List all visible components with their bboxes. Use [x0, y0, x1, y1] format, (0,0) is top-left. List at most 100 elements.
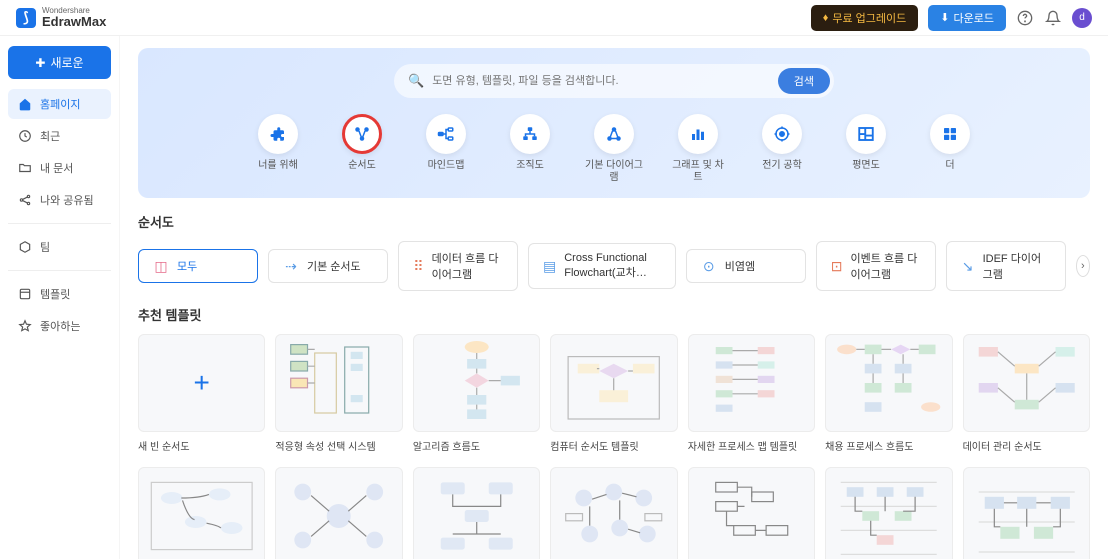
filter-chip-idef[interactable]: ↘ IDEF 다이어그램 [946, 241, 1066, 291]
grid-icon [930, 114, 970, 154]
filter-chip-bpmn[interactable]: ⊙ 비염엠 [686, 249, 806, 283]
filter-chip-crossfunctional[interactable]: ▤ Cross Functional Flowchart(교차… [528, 243, 676, 289]
filter-row: ◫ 모두 ⇢ 기본 순서도 ⠿ 데이터 흐름 다이어그램 ▤ Cross Fun… [138, 241, 1090, 291]
category-for-you[interactable]: 너를 위해 [249, 114, 307, 184]
download-icon: ⬇ [940, 11, 949, 24]
puzzle-icon [258, 114, 298, 154]
sidebar-item-label: 나와 공유됨 [40, 192, 94, 208]
template-card[interactable]: 컴퓨터 순서도 템플릿 [550, 334, 677, 453]
search-bar: 🔍 검색 [394, 64, 834, 98]
sidebar-item-recent[interactable]: 최근 [8, 121, 111, 151]
folder-icon [18, 161, 32, 175]
sidebar-item-favorites[interactable]: 좋아하는 [8, 311, 111, 341]
template-card[interactable]: 채용 프로세스 흐름도 [825, 334, 952, 453]
sidebar-item-label: 좋아하는 [40, 318, 80, 334]
section-title-templates: 추천 템플릿 [138, 305, 1090, 324]
filter-scroll-right[interactable]: › [1076, 255, 1090, 277]
chip-icon: ⊡ [831, 258, 843, 274]
template-card[interactable]: 서점의 정보 흐름 [550, 467, 677, 559]
sidebar-item-team[interactable]: 팀 [8, 232, 111, 262]
template-card[interactable]: 자세한 프로세스 맵 템플릿 [688, 334, 815, 453]
template-thumb [275, 467, 402, 559]
template-card[interactable]: 크레딧 승인 프로세스 [688, 467, 815, 559]
template-thumb [688, 334, 815, 432]
search-icon: 🔍 [408, 73, 424, 89]
clock-icon [18, 129, 32, 143]
search-input[interactable] [432, 75, 778, 87]
template-card[interactable]: 배포 순서도 [963, 467, 1090, 559]
sidebar-item-label: 홈페이지 [40, 96, 80, 112]
template-thumb [688, 467, 815, 559]
help-icon[interactable] [1016, 9, 1034, 27]
star-icon [18, 319, 32, 333]
template-thumb [825, 334, 952, 432]
template-thumb [275, 334, 402, 432]
template-card[interactable]: 데이터 관리 순서도 [963, 334, 1090, 453]
filter-chip-eventflow[interactable]: ⊡ 이벤트 흐름 다이어그램 [816, 241, 936, 291]
app-logo[interactable]: ⟆ Wondershare EdrawMax [16, 7, 106, 28]
template-card[interactable]: 서점 주문 처리 [413, 467, 540, 559]
flowchart-icon [342, 114, 382, 154]
bell-icon[interactable] [1044, 9, 1062, 27]
chip-icon: ▤ [543, 258, 556, 274]
template-thumb [963, 467, 1090, 559]
template-thumb [413, 467, 540, 559]
category-mindmap[interactable]: 마인드맵 [417, 114, 475, 184]
hero-banner: 🔍 검색 너를 위해 순서도 마인드맵 [138, 48, 1090, 198]
template-icon [18, 287, 32, 301]
chip-icon: ⇢ [283, 258, 299, 274]
sidebar-item-shared[interactable]: 나와 공유됨 [8, 185, 111, 215]
category-flowchart[interactable]: 순서도 [333, 114, 391, 184]
barchart-icon [678, 114, 718, 154]
category-electrical[interactable]: 전기 공학 [753, 114, 811, 184]
avatar[interactable]: d [1072, 8, 1092, 28]
template-card[interactable]: 알고리즘 흐름도 [413, 334, 540, 453]
plus-icon: ✚ [35, 56, 45, 70]
filter-chip-all[interactable]: ◫ 모두 [138, 249, 258, 283]
sidebar: ✚ 새로운 홈페이지 최근 내 문서 나와 공유됨 팀 템플릿 [0, 36, 120, 559]
topbar: ⟆ Wondershare EdrawMax ♦ 무료 업그레이드 ⬇ 다운로드… [0, 0, 1108, 36]
category-floorplan[interactable]: 평면도 [837, 114, 895, 184]
template-thumb [963, 334, 1090, 432]
chip-icon: ⊙ [701, 258, 717, 274]
chip-icon: ⠿ [413, 258, 424, 274]
mindmap-icon [426, 114, 466, 154]
sidebar-item-mydocs[interactable]: 내 문서 [8, 153, 111, 183]
diagram-icon [594, 114, 634, 154]
plus-icon: + [138, 334, 265, 432]
topbar-right: ♦ 무료 업그레이드 ⬇ 다운로드 d [811, 5, 1092, 31]
category-more[interactable]: 더 [921, 114, 979, 184]
sidebar-item-home[interactable]: 홈페이지 [8, 89, 111, 119]
home-icon [18, 97, 32, 111]
electrical-icon [762, 114, 802, 154]
template-grid-row2: DFD 예제 템플릿 기숙사 관리 흐름도 서점 주문 처리 서점의 정보 흐름… [138, 467, 1090, 559]
new-button[interactable]: ✚ 새로운 [8, 46, 111, 79]
template-card[interactable]: 신용 카드 승인 프로세스 [825, 467, 952, 559]
template-grid-row1: + 새 빈 순서도 적응형 속성 선택 시스템 알고리즘 흐름도 컴퓨터 순서도… [138, 334, 1090, 453]
download-button[interactable]: ⬇ 다운로드 [928, 5, 1006, 31]
floorplan-icon [846, 114, 886, 154]
sidebar-item-label: 팀 [40, 239, 50, 255]
template-thumb [138, 467, 265, 559]
orgchart-icon [510, 114, 550, 154]
template-card[interactable]: 기숙사 관리 흐름도 [275, 467, 402, 559]
sidebar-item-templates[interactable]: 템플릿 [8, 279, 111, 309]
template-card[interactable]: DFD 예제 템플릿 [138, 467, 265, 559]
template-card-blank[interactable]: + 새 빈 순서도 [138, 334, 265, 453]
diamond-icon: ♦ [823, 12, 829, 24]
filter-chip-dataflow[interactable]: ⠿ 데이터 흐름 다이어그램 [398, 241, 518, 291]
template-card[interactable]: 적응형 속성 선택 시스템 [275, 334, 402, 453]
upgrade-button[interactable]: ♦ 무료 업그레이드 [811, 5, 919, 31]
category-row: 너를 위해 순서도 마인드맵 조직도 기본 다이어그램 [138, 114, 1090, 184]
main-content: 🔍 검색 너를 위해 순서도 마인드맵 [120, 36, 1108, 559]
category-basic-diagram[interactable]: 기본 다이어그램 [585, 114, 643, 184]
template-thumb [825, 467, 952, 559]
logo-icon: ⟆ [16, 8, 36, 28]
template-thumb [550, 467, 677, 559]
search-button[interactable]: 검색 [778, 68, 830, 94]
sidebar-item-label: 템플릿 [40, 286, 70, 302]
category-orgchart[interactable]: 조직도 [501, 114, 559, 184]
category-graph-chart[interactable]: 그래프 및 차트 [669, 114, 727, 184]
filter-chip-basic[interactable]: ⇢ 기본 순서도 [268, 249, 388, 283]
share-icon [18, 193, 32, 207]
